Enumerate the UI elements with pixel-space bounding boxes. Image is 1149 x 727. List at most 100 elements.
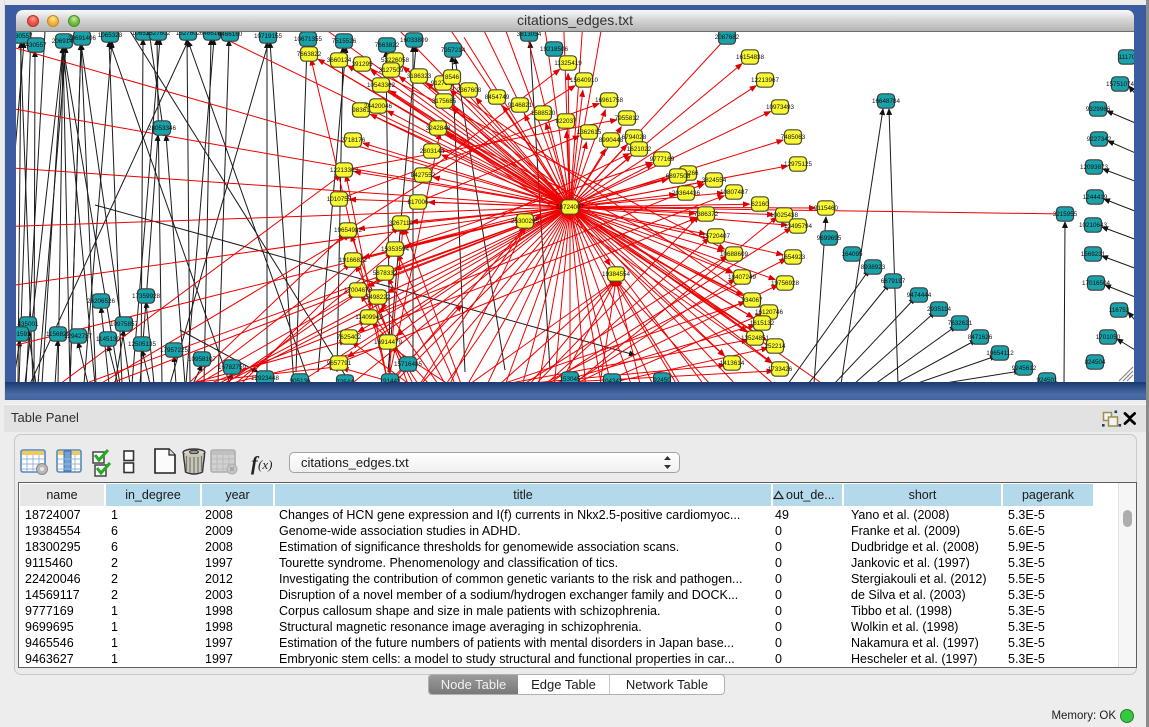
svg-text:9474444: 9474444 [907,292,932,299]
svg-text:3824554: 3824554 [702,177,727,184]
svg-text:2718176: 2718176 [341,137,366,144]
svg-text:15640910: 15640910 [570,77,599,84]
svg-text:822037: 822037 [555,118,577,125]
svg-text:19218506: 19218506 [540,46,569,53]
svg-text:9227342: 9227342 [1087,136,1112,143]
svg-text:10654112: 10654112 [986,350,1014,357]
svg-text:934067: 934067 [741,297,763,304]
svg-text:20691406: 20691406 [68,35,97,42]
svg-text:3175685: 3175685 [432,98,457,105]
svg-text:991591: 991591 [16,331,31,338]
svg-text:28053346: 28053346 [148,125,177,132]
svg-text:15720407: 15720407 [702,233,731,240]
svg-text:2935114: 2935114 [927,306,952,313]
svg-text:7515526: 7515526 [332,38,357,45]
svg-text:15751074: 15751074 [1106,81,1134,88]
svg-text:12923448: 12923448 [251,375,280,382]
svg-text:7955812: 7955812 [615,115,640,122]
svg-text:62160: 62160 [751,201,769,208]
svg-text:16961758: 16961758 [595,97,624,104]
svg-text:5878332: 5878332 [373,270,398,277]
svg-text:8990448: 8990448 [599,137,624,144]
svg-text:18724007: 18724007 [556,204,585,211]
svg-text:3267110: 3267110 [389,220,414,227]
svg-text:12093873: 12093873 [1080,164,1109,171]
svg-text:2087682: 2087682 [715,34,740,41]
svg-text:1569231: 1569231 [1081,251,1106,258]
svg-text:817006: 817006 [407,199,429,206]
svg-text:3242848: 3242848 [426,125,451,132]
svg-text:18407249: 18407249 [728,274,757,281]
svg-text:191443: 191443 [379,378,401,382]
svg-text:92450: 92450 [653,377,671,382]
svg-text:17957225: 17957225 [160,347,189,354]
svg-text:13524851: 13524851 [741,335,770,342]
svg-text:9146821: 9146821 [508,102,533,109]
svg-text:905136: 905136 [289,378,311,382]
svg-text:10671355: 10671355 [294,36,323,43]
svg-text:12505135: 12505135 [128,341,157,348]
svg-text:10807487: 10807487 [720,189,749,196]
svg-text:16914479: 16914479 [374,339,403,346]
svg-text:8546: 8546 [445,74,460,81]
svg-text:1654923: 1654923 [781,254,806,261]
svg-text:16120746: 16120746 [755,309,784,316]
svg-text:9115460: 9115460 [814,205,839,212]
svg-text:7485063: 7485063 [781,134,806,141]
svg-text:153045: 153045 [559,376,581,382]
svg-text:10973493: 10973493 [766,104,795,111]
svg-text:1615132: 1615132 [750,320,775,327]
svg-text:104342: 104342 [601,378,623,382]
svg-text:16154838: 16154838 [736,54,765,61]
svg-text:12213967: 12213967 [751,77,780,84]
svg-text:6466160: 6466160 [218,31,243,38]
svg-text:924501: 924501 [1036,377,1058,382]
svg-text:1362615: 1362615 [577,129,602,136]
svg-text:430557: 430557 [25,42,47,49]
svg-text:8471626: 8471626 [968,334,993,341]
svg-text:1010755: 1010755 [327,196,352,203]
svg-text:6879197: 6879197 [881,278,906,285]
svg-text:7663822: 7663822 [297,51,322,58]
svg-text:10688609: 10688609 [720,251,749,258]
svg-text:3215955: 3215955 [1053,211,1078,218]
svg-text:3813054: 3813054 [517,31,542,38]
svg-text:15716485: 15716485 [394,361,423,368]
svg-text:9699695: 9699695 [817,235,842,242]
svg-text:12213363: 12213363 [330,167,359,174]
svg-text:(x): (x) [258,457,272,472]
svg-text:19654982: 19654982 [334,227,363,234]
svg-text:3127509: 3127509 [379,67,404,74]
svg-text:12975125: 12975125 [784,161,813,168]
svg-text:1145139: 1145139 [96,336,121,343]
svg-text:11170: 11170 [1119,54,1134,61]
svg-text:16033809: 16033809 [400,37,429,44]
svg-text:19166822: 19166822 [339,257,368,264]
svg-text:10958107: 10958107 [188,356,217,363]
svg-text:7663822: 7663822 [375,42,400,49]
svg-text:72544: 72544 [336,379,354,382]
svg-text:16648784: 16648784 [872,98,901,105]
svg-text:1588520: 1588520 [531,110,556,117]
svg-text:1244419: 1244419 [1083,194,1108,201]
svg-text:3660124: 3660124 [327,57,352,64]
svg-text:1621022: 1621022 [627,146,652,153]
svg-text:8938923: 8938923 [861,264,886,271]
svg-text:8427552: 8427552 [411,172,436,179]
svg-text:7386372: 7386372 [694,211,719,218]
svg-text:116753: 116753 [1109,307,1130,314]
svg-text:17016504: 17016504 [1082,280,1111,287]
svg-text:2803144: 2803144 [420,148,445,155]
svg-text:2367608: 2367608 [457,87,482,94]
svg-text:164095: 164095 [841,251,863,258]
svg-text:11325419: 11325419 [554,60,582,67]
svg-text:9329966: 9329966 [1086,106,1111,113]
svg-text:6794028: 6794028 [622,134,647,141]
svg-text:24420046: 24420046 [364,103,393,110]
svg-text:1701050: 1701050 [1096,334,1121,341]
svg-text:10025438: 10025438 [770,212,799,219]
svg-text:3186323: 3186323 [407,73,432,80]
svg-text:10719155: 10719155 [254,33,283,40]
svg-text:10210643: 10210643 [1079,222,1108,229]
svg-text:391295: 391295 [351,61,373,68]
